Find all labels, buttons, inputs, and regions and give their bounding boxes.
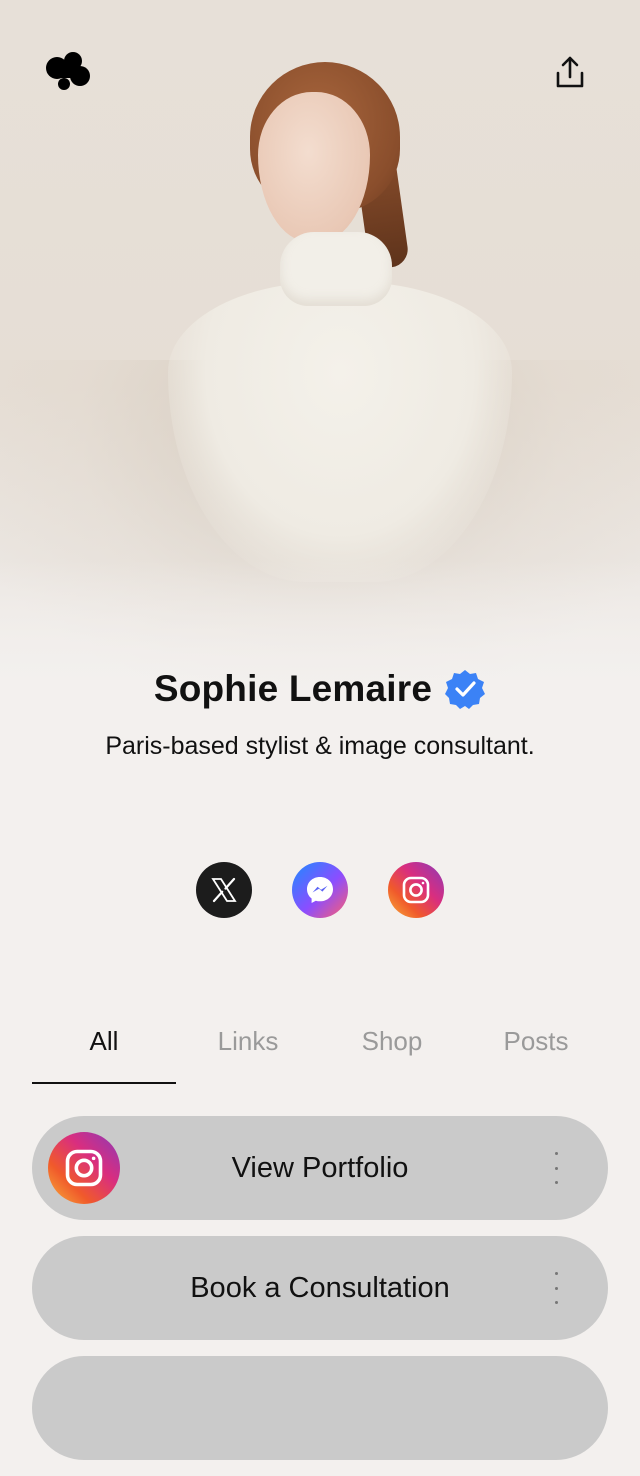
- tab-links[interactable]: Links: [176, 1020, 320, 1084]
- x-logo-icon: [211, 877, 237, 903]
- share-button[interactable]: [548, 50, 592, 94]
- social-links: [0, 862, 640, 918]
- link-label: Book a Consultation: [190, 1271, 450, 1304]
- tab-shop[interactable]: Shop: [320, 1020, 464, 1084]
- share-upload-icon: [556, 56, 584, 88]
- link-view-portfolio[interactable]: View Portfolio: [32, 1116, 608, 1220]
- link-list: View Portfolio Book a Consultation: [32, 1116, 608, 1476]
- x-social-button[interactable]: [196, 862, 252, 918]
- instagram-icon: [402, 876, 430, 904]
- link-book-consultation[interactable]: Book a Consultation: [32, 1236, 608, 1340]
- link-thumbnail: [48, 1132, 120, 1204]
- more-options-icon[interactable]: [548, 1152, 564, 1184]
- tab-posts[interactable]: Posts: [464, 1020, 608, 1084]
- instagram-social-button[interactable]: [388, 862, 444, 918]
- profile-name-row: Sophie Lemaire: [0, 668, 640, 710]
- instagram-icon: [65, 1149, 103, 1187]
- profile-name: Sophie Lemaire: [153, 668, 433, 709]
- hero-neck: [280, 232, 392, 306]
- hero-face: [258, 92, 370, 242]
- verified-badge-icon: [445, 670, 486, 709]
- profile-info: Sophie Lemaire Paris-based stylist & ima…: [0, 668, 640, 761]
- profile-hero-photo: [0, 0, 640, 700]
- more-options-icon[interactable]: [548, 1272, 564, 1304]
- messenger-social-button[interactable]: [292, 862, 348, 918]
- blob-logo-icon[interactable]: [42, 48, 98, 94]
- link-item[interactable]: [32, 1356, 608, 1460]
- profile-bio: Paris-based stylist & image consultant.: [105, 732, 535, 760]
- messenger-icon: [307, 877, 333, 903]
- tab-all[interactable]: All: [32, 1020, 176, 1084]
- link-label: View Portfolio: [231, 1151, 409, 1184]
- content-tabs: All Links Shop Posts: [32, 1020, 608, 1084]
